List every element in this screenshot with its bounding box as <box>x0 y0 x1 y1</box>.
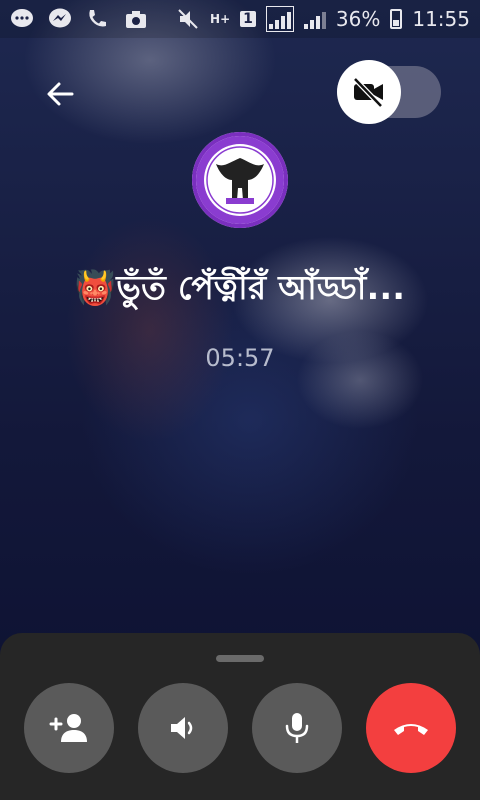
clock: 11:55 <box>412 7 470 31</box>
microphone-button[interactable] <box>252 683 342 773</box>
call-controls-sheet <box>0 633 480 800</box>
mute-icon <box>176 8 200 30</box>
add-person-button[interactable] <box>24 683 114 773</box>
speaker-icon <box>171 717 193 739</box>
chat-bubble-icon <box>10 8 34 30</box>
add-person-icon <box>49 714 87 742</box>
signal-icon-2 <box>303 9 326 29</box>
contact-avatar <box>192 132 288 228</box>
messenger-icon <box>48 8 72 30</box>
battery-percent: 36% <box>335 7 381 31</box>
back-button[interactable] <box>40 74 80 114</box>
battery-icon <box>390 9 403 29</box>
call-duration: 05:57 <box>205 344 275 372</box>
video-off-knob <box>337 60 401 124</box>
microphone-icon <box>285 713 309 743</box>
phone-icon <box>86 8 110 30</box>
sheet-drag-handle[interactable] <box>216 655 264 662</box>
video-off-icon <box>353 77 383 108</box>
contact-name: 👹ভুঁতঁ পেঁত্নীঁরঁ আঁড্ডাঁ... <box>74 268 406 307</box>
speaker-button[interactable] <box>138 683 228 773</box>
signal-icon <box>265 6 294 32</box>
end-call-icon <box>394 724 428 735</box>
end-call-button[interactable] <box>366 683 456 773</box>
network-type: H+ <box>210 12 231 26</box>
camera-icon <box>124 8 148 30</box>
status-bar: H+ 1 36% 11:55 <box>0 0 480 38</box>
sim-slot: 1 <box>240 11 256 27</box>
back-arrow-icon <box>47 82 74 106</box>
video-toggle[interactable] <box>337 60 441 124</box>
